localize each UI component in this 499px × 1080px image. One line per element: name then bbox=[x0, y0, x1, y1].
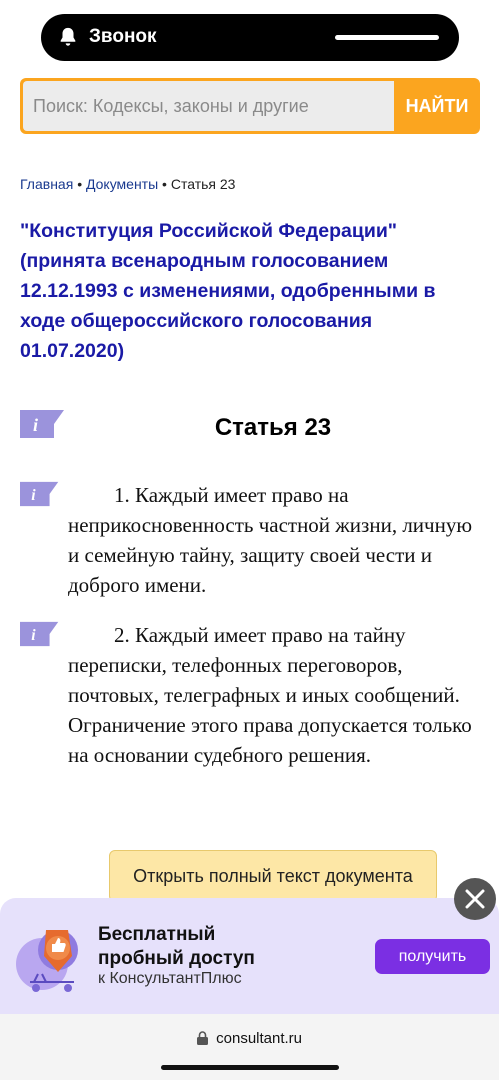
article-title: Статья 23 bbox=[214, 414, 332, 441]
banner-subtitle: к КонсультантПлюс bbox=[98, 970, 242, 987]
breadcrumb-home-link[interactable]: Главная bbox=[20, 176, 73, 192]
search-input[interactable] bbox=[23, 81, 394, 131]
call-label: Звонок bbox=[89, 26, 157, 47]
open-full-text-button[interactable]: Открыть полный текст документа bbox=[109, 850, 437, 902]
url-container: consultant.ru bbox=[0, 1030, 499, 1047]
close-banner-button[interactable] bbox=[454, 878, 496, 920]
banner-heading-line2: пробный доступ bbox=[98, 948, 255, 969]
browser-url-bar[interactable]: consultant.ru bbox=[0, 1014, 499, 1080]
get-access-button[interactable]: получить bbox=[375, 939, 490, 974]
thumbs-up-illustration bbox=[16, 930, 78, 992]
info-icon[interactable]: i bbox=[20, 410, 66, 438]
banner-heading-line1: Бесплатный bbox=[98, 924, 216, 945]
info-icon[interactable]: i bbox=[20, 620, 60, 648]
breadcrumb-separator: • bbox=[77, 176, 83, 192]
article-paragraph: 2. Каждый имеет право на тайну переписки… bbox=[68, 623, 472, 767]
svg-text:i: i bbox=[33, 415, 38, 435]
document-title[interactable]: "Конституция Российской Федерации" (прин… bbox=[20, 216, 480, 366]
call-drag-bar bbox=[335, 35, 439, 40]
close-icon bbox=[465, 889, 485, 909]
search-button[interactable]: НАЙТИ bbox=[394, 78, 480, 134]
svg-text:i: i bbox=[31, 487, 36, 504]
search-bar: НАЙТИ bbox=[20, 78, 480, 134]
breadcrumb-separator: • bbox=[162, 176, 167, 192]
info-icon[interactable]: i bbox=[20, 480, 60, 508]
home-indicator[interactable] bbox=[161, 1065, 339, 1070]
breadcrumb-current: Статья 23 bbox=[170, 176, 236, 192]
lock-icon bbox=[196, 1031, 208, 1045]
breadcrumb: Главная • Документы • Статья 23 bbox=[20, 176, 235, 192]
call-status-pill[interactable]: Звонок bbox=[41, 14, 459, 61]
promo-banner: Бесплатный пробный доступ к КонсультантП… bbox=[0, 898, 499, 1014]
article-paragraph: 1. Каждый имеет право на неприкосновенно… bbox=[68, 483, 473, 597]
url-text: consultant.ru bbox=[216, 1030, 303, 1047]
bell-icon bbox=[60, 27, 76, 46]
svg-text:i: i bbox=[31, 627, 36, 644]
breadcrumb-documents-link[interactable]: Документы bbox=[86, 176, 158, 192]
